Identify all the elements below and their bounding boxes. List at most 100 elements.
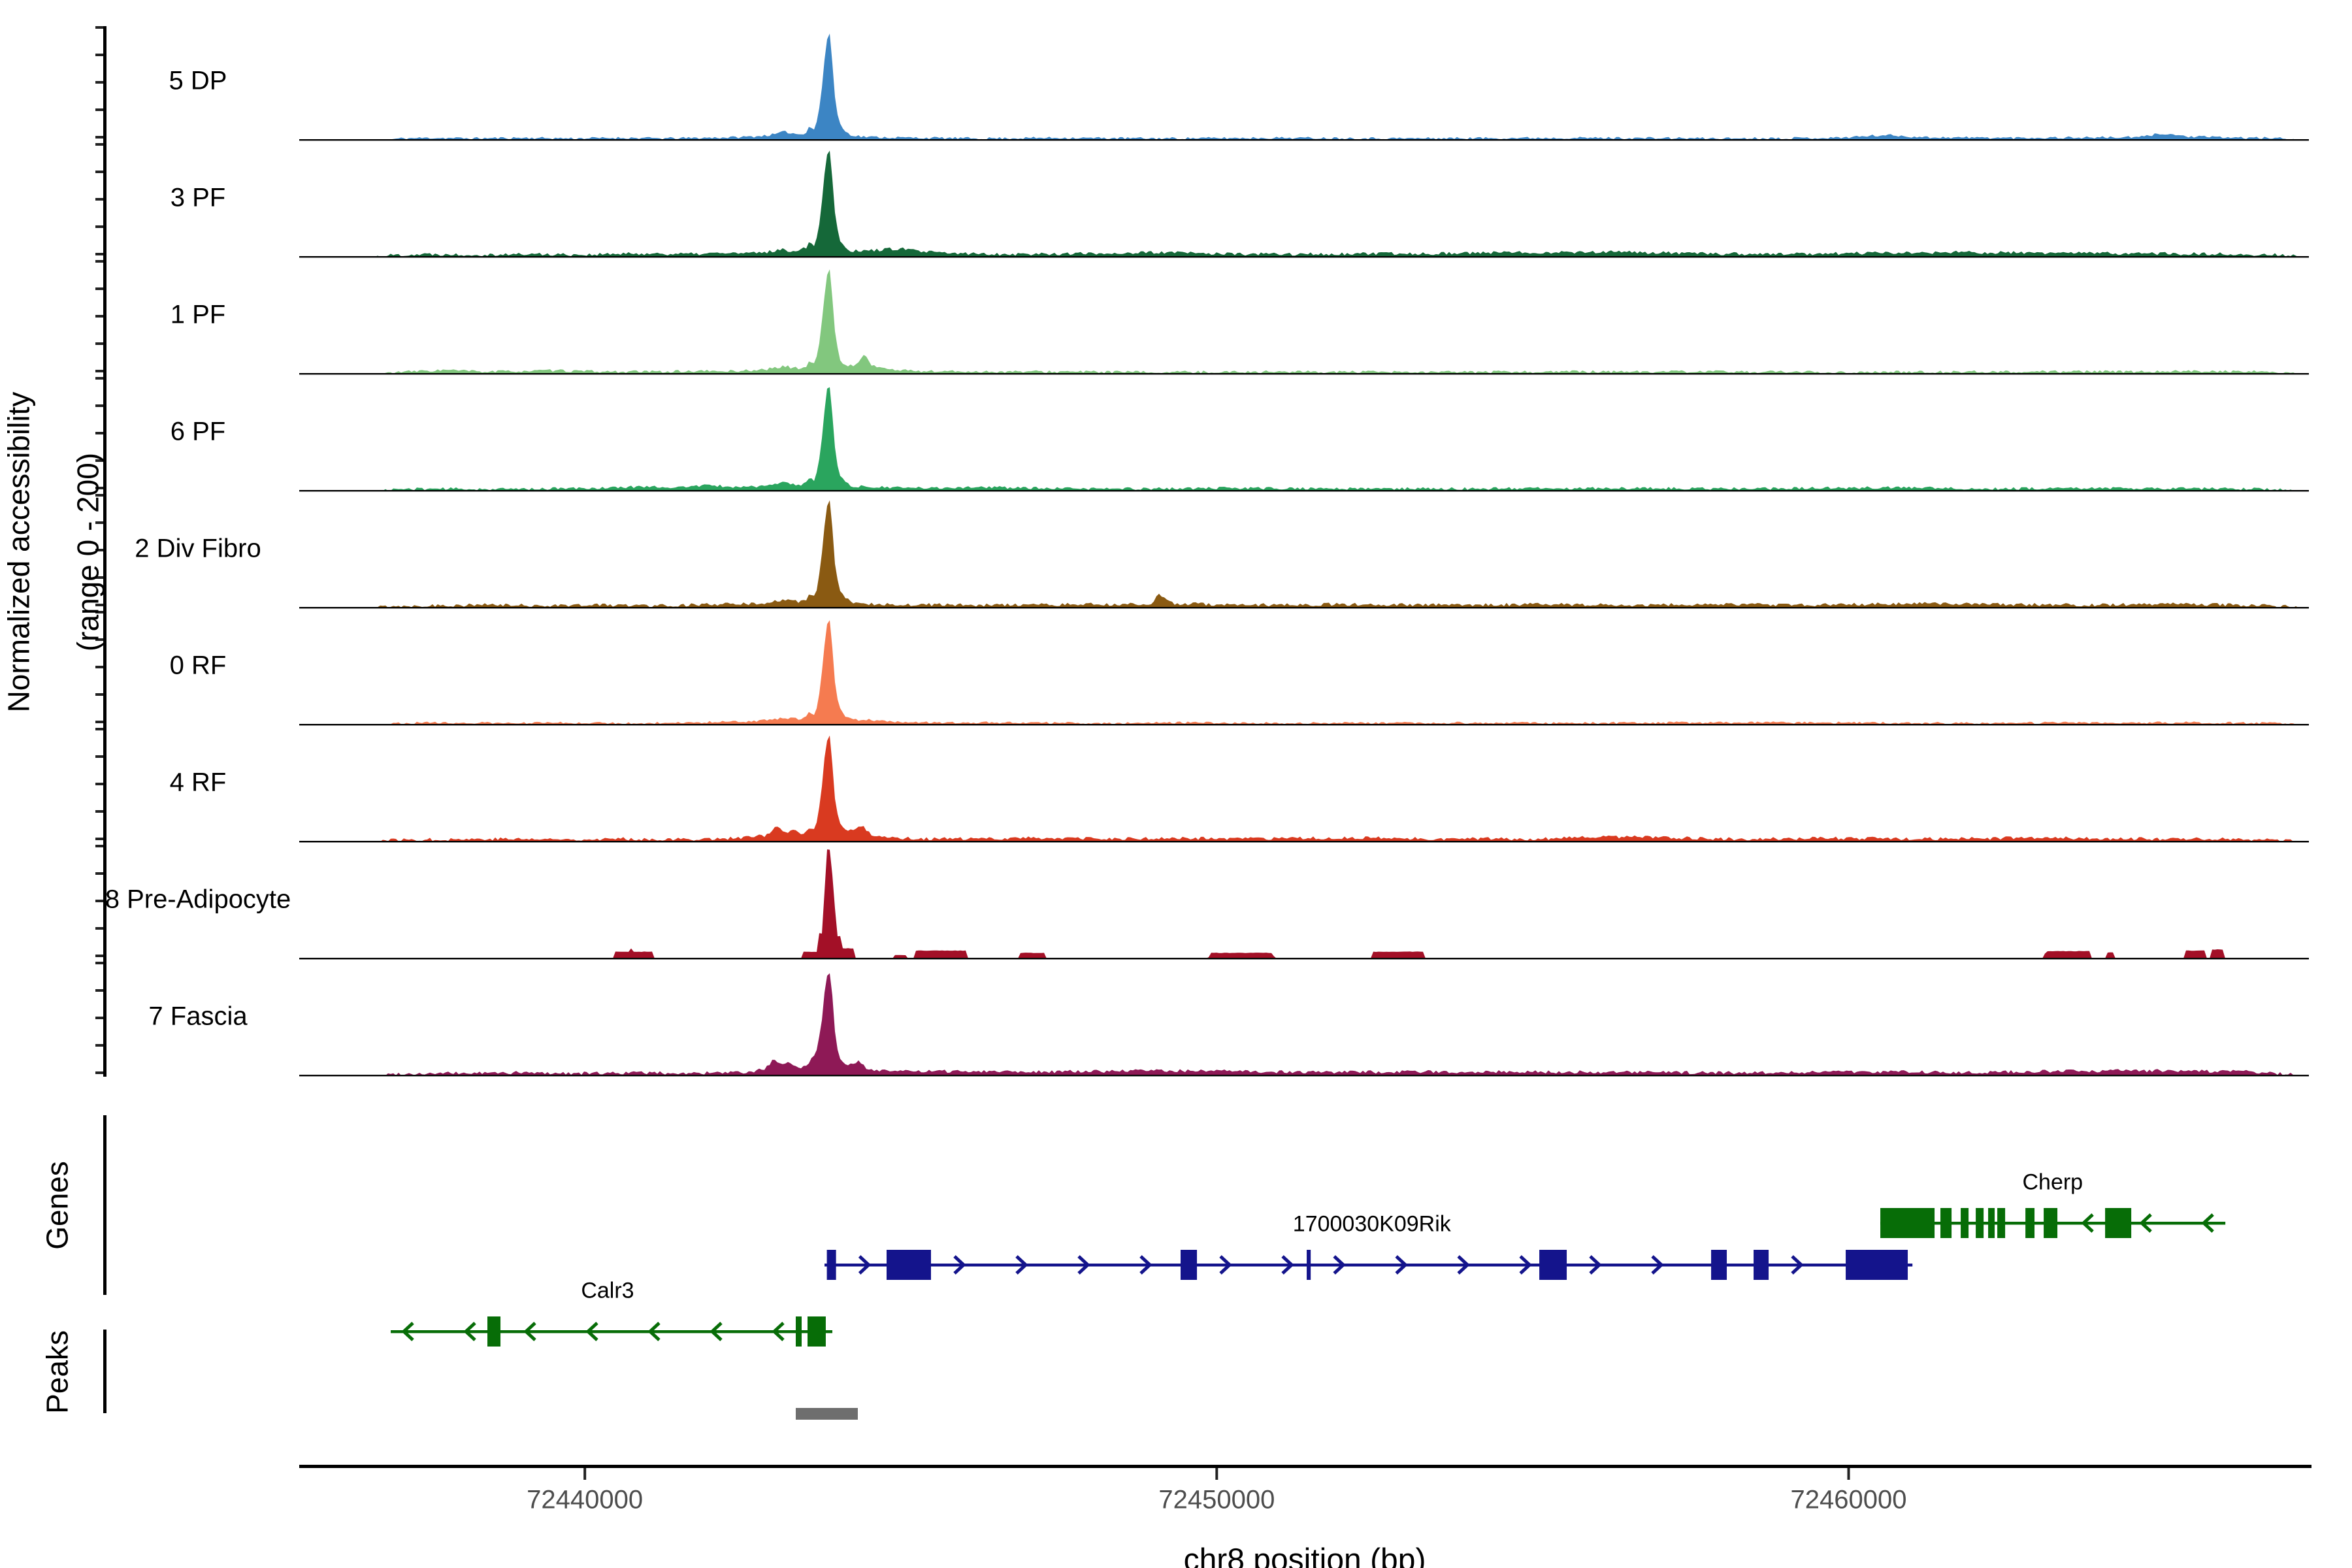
y-axis-tick (95, 1044, 105, 1047)
track-baseline (299, 724, 2309, 725)
y-axis-title: Normalized accessibility (range 0 - 200) (2, 392, 106, 713)
gene-exon-Calr3 (796, 1316, 802, 1347)
track-label-9: 7 Fascia (148, 1002, 247, 1032)
gene-line-1700030K09Rik (825, 1264, 1912, 1267)
x-axis-title: chr8 position (bp) (1184, 1543, 1426, 1568)
track-label-4: 6 PF (171, 417, 225, 447)
y-axis-tick (95, 728, 105, 730)
y-axis-tick (95, 377, 105, 380)
y-axis-tick (95, 721, 105, 723)
y-axis-tick (95, 260, 105, 263)
y-axis-tick (95, 342, 105, 345)
y-axis-tick (95, 1017, 105, 1019)
y-axis-tick (95, 225, 105, 228)
gene-exon-Cherp (1880, 1208, 1935, 1238)
y-axis-tick (95, 198, 105, 201)
y-axis-tick (95, 143, 105, 146)
track-baseline (299, 256, 2309, 257)
y-axis-tick (95, 1071, 105, 1074)
signal-track-2-div-fibro (299, 500, 2309, 608)
track-label-6: 0 RF (170, 651, 227, 681)
peaks-axis-line (103, 1330, 106, 1413)
gene-exon-Cherp (2105, 1208, 2131, 1238)
gene-exon-Cherp (2044, 1208, 2057, 1238)
gene-name-Cherp: Cherp (2022, 1170, 2083, 1196)
x-tick-label-72440000: 72440000 (527, 1486, 643, 1515)
y-axis-tick (95, 54, 105, 56)
genome-browser-figure: Normalized accessibility (range 0 - 200)… (0, 0, 2352, 1568)
signal-track-7-fascia (299, 973, 2309, 1075)
gene-exon-Cherp (1997, 1208, 2005, 1238)
y-axis-tick (95, 755, 105, 758)
track-label-5: 2 Div Fibro (135, 534, 261, 564)
gene-exon-Cherp (2025, 1208, 2034, 1238)
signal-track-5-dp (299, 33, 2309, 140)
x-axis-tick (1848, 1468, 1850, 1480)
y-axis-tick (95, 845, 105, 847)
y-axis-title-line2: (range 0 - 200) (71, 453, 105, 651)
y-axis-tick (95, 872, 105, 875)
x-axis-tick (583, 1468, 586, 1480)
y-axis-tick (95, 171, 105, 173)
gene-line-Calr3 (391, 1330, 832, 1333)
genes-section-label: Genes (41, 1161, 75, 1250)
signal-track-6-pf (299, 387, 2309, 491)
signal-track-0-rf (299, 620, 2309, 725)
track-baseline (299, 373, 2309, 374)
y-axis-tick (95, 838, 105, 840)
gene-exon-1700030K09Rik (887, 1250, 931, 1280)
track-baseline (299, 958, 2309, 959)
x-tick-label-72450000: 72450000 (1158, 1486, 1275, 1515)
tracks-plot (0, 0, 2352, 1568)
signal-track-4-rf (299, 736, 2309, 841)
gene-exon-Cherp (1940, 1208, 1952, 1238)
y-axis-tick (95, 955, 105, 957)
y-axis-tick (95, 900, 105, 902)
y-axis-tick (95, 253, 105, 255)
track-label-1: 5 DP (169, 67, 227, 96)
gene-exon-Calr3 (487, 1316, 500, 1347)
x-axis-tick (1215, 1468, 1218, 1480)
gene-exon-1700030K09Rik (1711, 1250, 1727, 1280)
y-axis-tick (95, 370, 105, 372)
y-axis-tick (95, 783, 105, 785)
peak-region-bar (796, 1408, 858, 1420)
gene-exon-1700030K09Rik (1181, 1250, 1197, 1280)
track-label-3: 1 PF (171, 301, 225, 330)
gene-name-1700030K09Rik: 1700030K09Rik (1293, 1212, 1451, 1237)
track-baseline (299, 490, 2309, 491)
y-axis-tick (95, 810, 105, 813)
x-tick-label-72460000: 72460000 (1791, 1486, 1907, 1515)
y-axis-tick (95, 136, 105, 139)
y-axis-tick (95, 962, 105, 964)
track-baseline (299, 607, 2309, 608)
track-label-8: 8 Pre-Adipocyte (105, 885, 291, 915)
y-axis-title-line1: Normalized accessibility (2, 392, 36, 713)
gene-exon-Cherp (1961, 1208, 1968, 1238)
gene-exon-1700030K09Rik (1846, 1250, 1908, 1280)
signal-track-1-pf (299, 269, 2309, 374)
y-axis-tick (95, 287, 105, 290)
y-axis-tick (95, 927, 105, 930)
signal-track-8-pre-adipocyte (299, 849, 2309, 958)
track-label-7: 4 RF (170, 768, 227, 798)
gene-name-Calr3: Calr3 (581, 1279, 634, 1304)
gene-exon-1700030K09Rik (1754, 1250, 1769, 1280)
gene-exon-Cherp (1976, 1208, 1984, 1238)
track-baseline (299, 1075, 2309, 1076)
peaks-section-label: Peaks (41, 1330, 75, 1414)
gene-exon-Calr3 (808, 1316, 826, 1347)
y-axis-tick (95, 81, 105, 84)
gene-exon-1700030K09Rik (827, 1250, 836, 1280)
x-axis-line (299, 1465, 2311, 1468)
track-label-2: 3 PF (171, 184, 225, 213)
y-axis-tick (95, 26, 105, 29)
track-baseline (299, 841, 2309, 842)
signal-track-3-pf (299, 151, 2309, 257)
y-axis-tick (95, 989, 105, 992)
track-baseline (299, 139, 2309, 140)
y-axis-tick (95, 108, 105, 111)
gene-exon-1700030K09Rik (1539, 1250, 1567, 1280)
gene-exon-Cherp (1988, 1208, 1995, 1238)
genes-axis-line (103, 1115, 106, 1295)
